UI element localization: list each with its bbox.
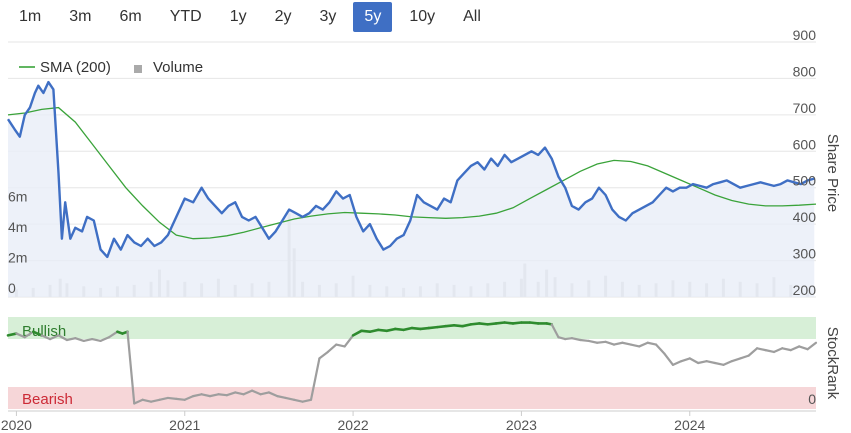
- stockrank-tick-label: 0: [808, 391, 816, 407]
- stockrank-segment: [789, 345, 801, 352]
- x-tick-label: 2024: [674, 417, 705, 433]
- volume-tick-label: 6m: [8, 189, 27, 205]
- stockrank-axis-title: StockRank: [824, 327, 841, 400]
- x-axis-ticks: 2020 2021 2022 2023 2024: [1, 411, 706, 433]
- price-area: [8, 82, 815, 297]
- stockrank-segment: [739, 354, 750, 360]
- price-axis-ticks: 900 800 700 600 500 400 300 200: [793, 27, 817, 298]
- stockrank-segment: [91, 337, 102, 343]
- x-tick-label: 2021: [169, 417, 200, 433]
- stockrank-axis-ticks: 0: [808, 391, 816, 407]
- stockrank-segment: [587, 339, 599, 344]
- stockrank-segment: [604, 340, 616, 346]
- volume-tick-label: 2m: [8, 250, 27, 266]
- legend-volume-label: Volume: [153, 59, 203, 76]
- stockrank-segment: [175, 397, 186, 401]
- stockrank-segment: [166, 396, 178, 400]
- price-tick-label: 400: [793, 209, 817, 225]
- stockrank-segment: [82, 337, 94, 343]
- price-tick-label: 700: [793, 100, 817, 116]
- stockrank-segment: [772, 347, 784, 354]
- volume-tick-label: 4m: [8, 219, 27, 235]
- stockrank-segment: [579, 338, 590, 343]
- stockrank-segment: [217, 393, 228, 397]
- stockrank-segment: [318, 350, 329, 360]
- stockrank-segment: [747, 347, 759, 357]
- stockrank-segment: [798, 345, 809, 351]
- stockrank-segment: [326, 343, 338, 354]
- bearish-label: Bearish: [22, 391, 73, 408]
- price-tick-label: 900: [793, 27, 817, 43]
- stockrank-segment: [688, 357, 700, 365]
- stockrank-segment: [663, 352, 675, 366]
- bearish-band: [8, 387, 816, 409]
- stockrank-segment: [705, 360, 717, 365]
- stockrank-segment: [680, 357, 691, 363]
- stockrank-segment: [638, 341, 649, 348]
- price-axis-title: Share Price: [824, 134, 841, 212]
- price-tick-label: 600: [793, 136, 817, 152]
- stockrank-segment: [621, 341, 632, 346]
- stockrank-segment: [596, 340, 607, 344]
- price-chart: 900 800 700 600 500 400 300 200 6m 4m 2m 0 Share P…: [1, 27, 841, 433]
- legend: SMA (200) Volume: [19, 59, 203, 76]
- price-tick-label: 800: [793, 63, 817, 79]
- legend-volume-swatch: [134, 65, 142, 73]
- price-tick-label: 500: [793, 173, 817, 189]
- stockrank-segment: [713, 361, 725, 366]
- stockrank-segment: [671, 360, 683, 366]
- stockrank-segment: [629, 343, 641, 348]
- legend-sma-label: SMA (200): [40, 59, 111, 76]
- x-tick-label: 2022: [338, 417, 369, 433]
- stockrank-segment: [697, 360, 708, 365]
- stockrank-segment: [722, 360, 733, 366]
- stockrank-segment: [755, 347, 767, 352]
- stockrank-segment: [6, 332, 18, 337]
- price-tick-label: 300: [793, 246, 817, 262]
- x-tick-label: 2023: [506, 417, 537, 433]
- stockrank-segment: [654, 343, 666, 355]
- stockrank-segment: [335, 343, 346, 348]
- volume-tick-label: 0: [8, 280, 16, 296]
- stockrank-segment: [781, 347, 792, 352]
- price-tick-label: 200: [793, 282, 817, 298]
- stockrank-segment: [730, 357, 742, 363]
- stockrank-segment: [612, 341, 624, 346]
- stockrank-segment: [764, 349, 776, 354]
- stockrank-segment: [646, 341, 658, 346]
- stockrank-segment: [806, 341, 818, 351]
- x-tick-label: 2020: [1, 417, 32, 433]
